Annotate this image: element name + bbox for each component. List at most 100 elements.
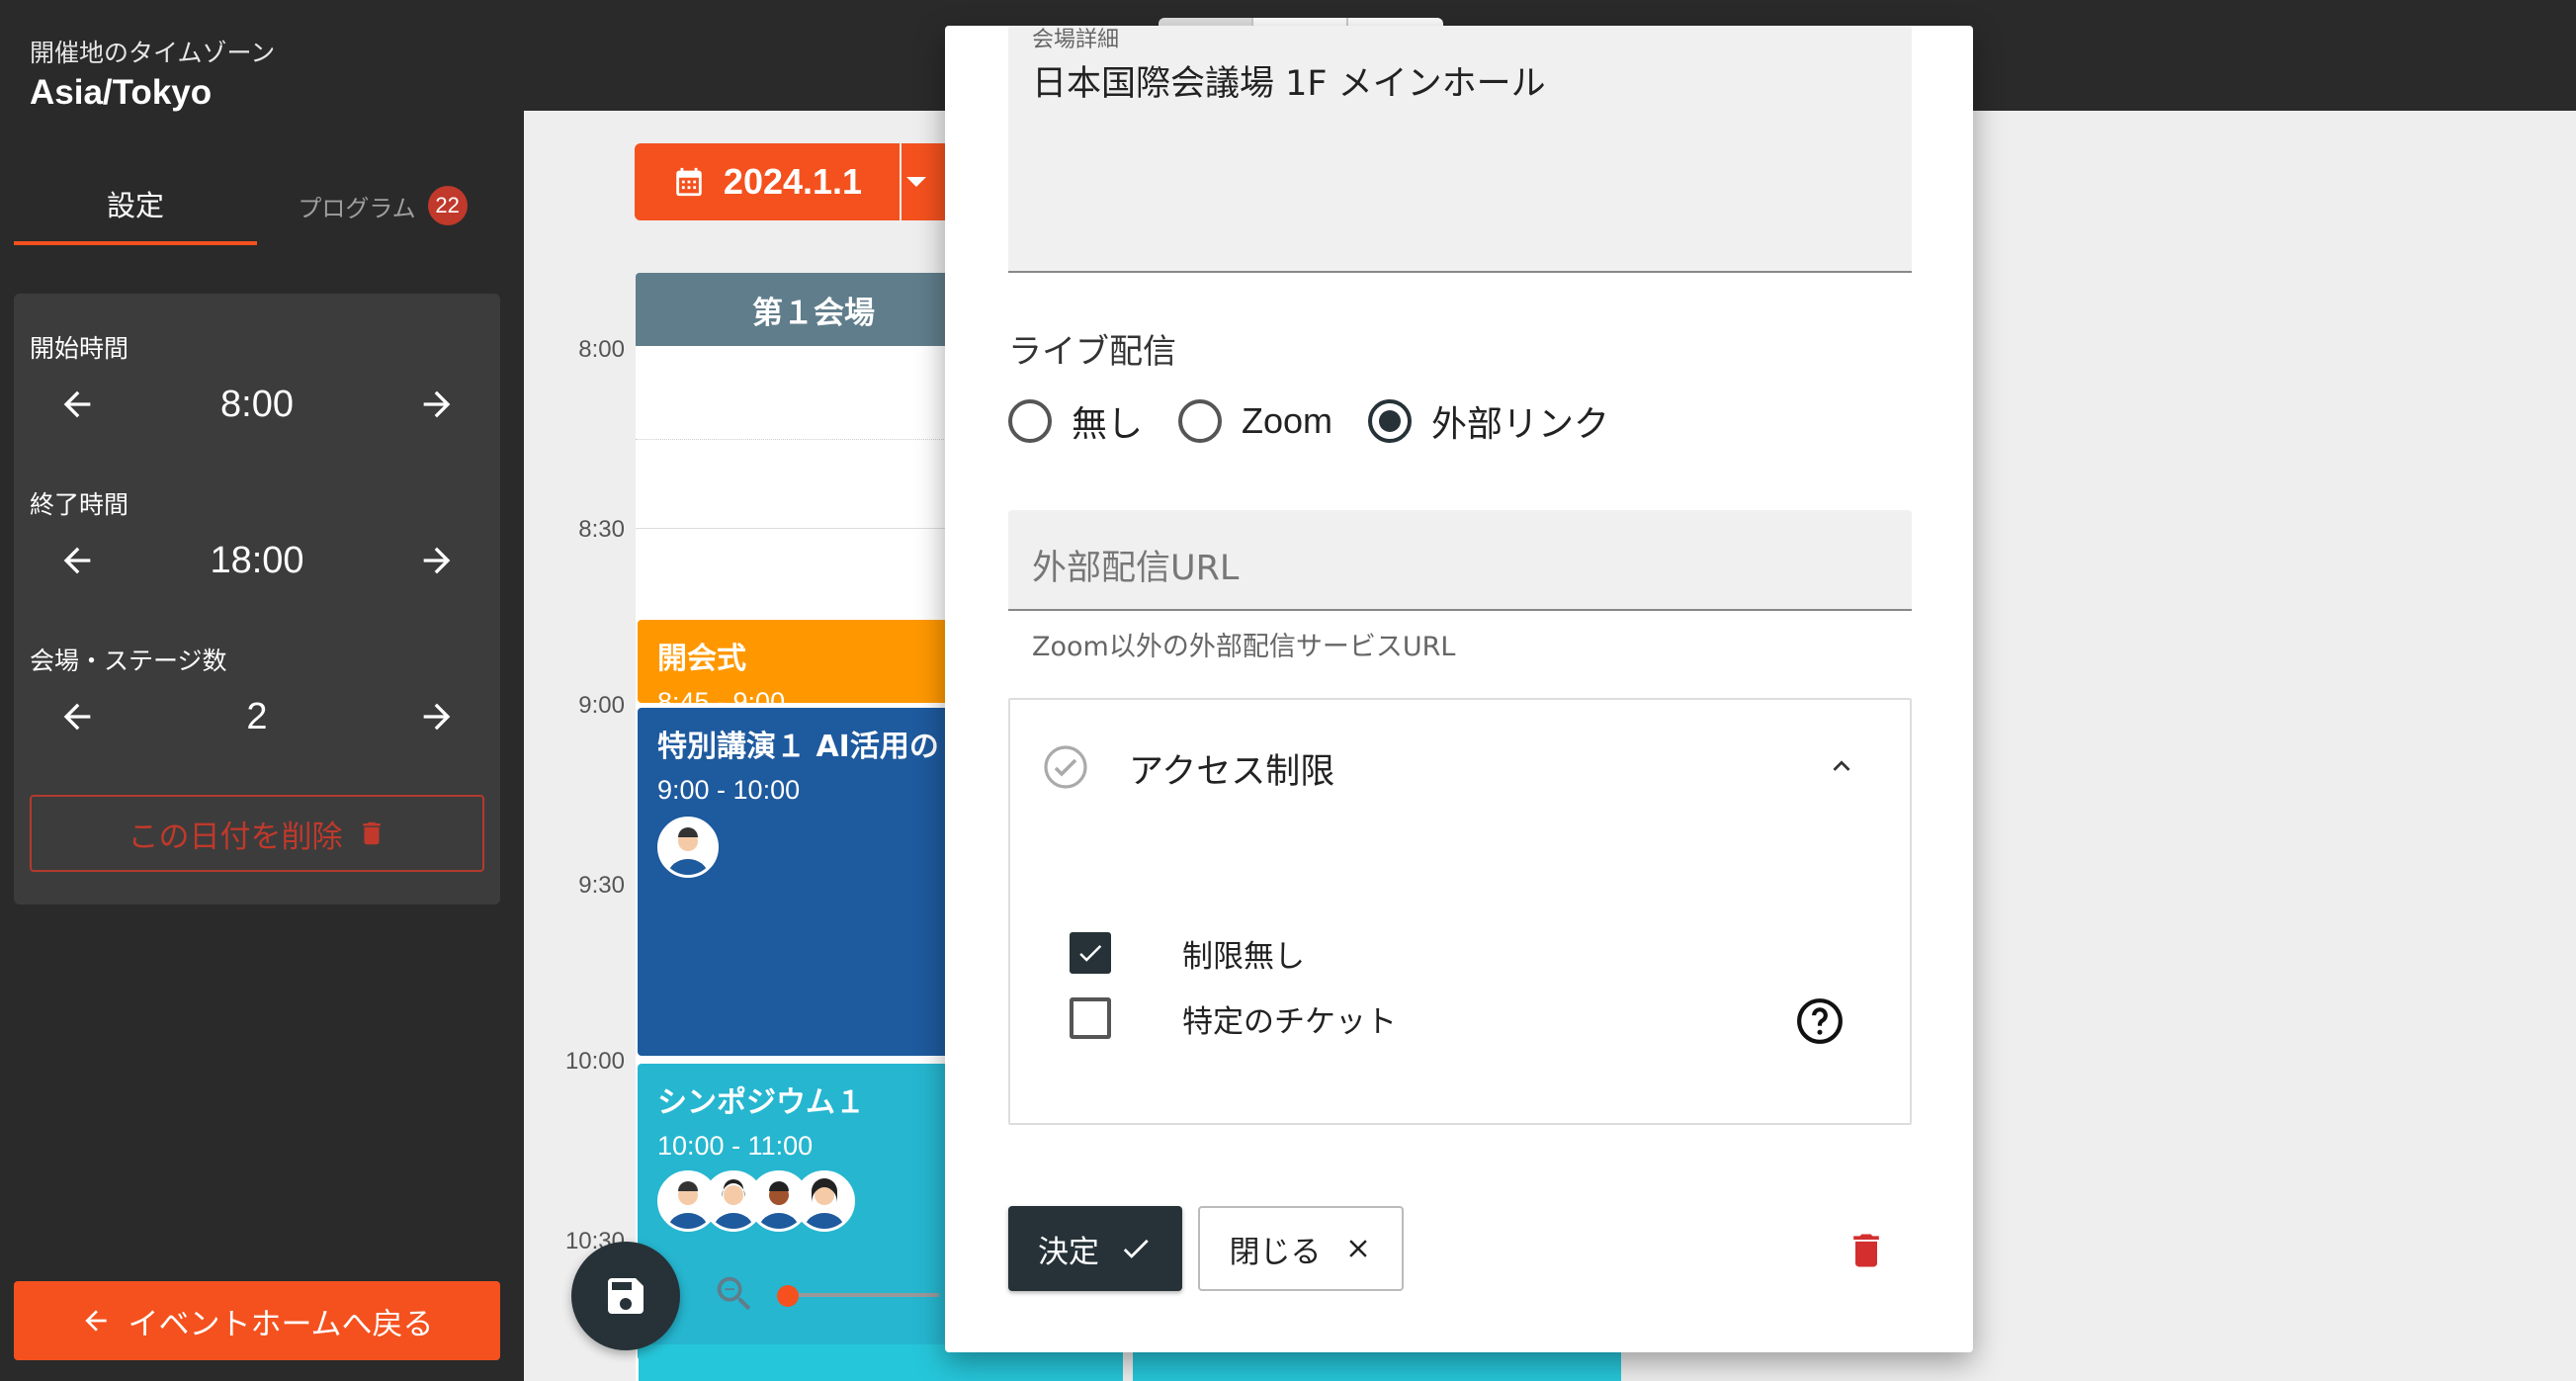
start-time-decrease-button[interactable]	[47, 375, 107, 434]
checkbox-unchecked-icon	[1070, 997, 1111, 1039]
tab-settings-label: 設定	[106, 189, 164, 222]
calendar-icon	[676, 167, 702, 197]
live-option-external[interactable]: 外部リンク	[1368, 395, 1609, 447]
arrow-right-icon	[423, 390, 451, 418]
floppy-disk-icon	[608, 1278, 644, 1314]
trash-icon	[362, 821, 381, 845]
time-label: 9:00	[578, 692, 625, 719]
check-circle-icon	[1042, 743, 1089, 795]
session-title: 開会式	[657, 642, 746, 676]
arrow-left-icon	[63, 547, 91, 574]
tab-settings[interactable]: 設定	[14, 166, 257, 245]
access-option-label: 特定のチケット	[1182, 1003, 1397, 1040]
end-time-stepper: 18:00	[30, 531, 484, 590]
live-option-label: Zoom	[1242, 400, 1333, 441]
venue-count-decrease-button[interactable]	[47, 687, 107, 746]
external-url-placeholder: 外部配信URL	[1032, 549, 1240, 588]
start-time-increase-button[interactable]	[407, 375, 467, 434]
venue-detail-value: 日本国際会議場 1F メインホール	[1032, 64, 1546, 104]
arrow-left-icon	[85, 1310, 108, 1332]
arrow-left-icon	[63, 390, 91, 418]
delete-date-label: この日付を削除	[128, 819, 343, 855]
date-label: 2024.1.1	[723, 161, 863, 202]
timezone-value: Asia/Tokyo	[30, 73, 213, 112]
end-time-value: 18:00	[210, 539, 304, 581]
save-button[interactable]	[571, 1242, 680, 1350]
access-restriction-header[interactable]: アクセス制限	[1010, 700, 1910, 828]
live-option-none[interactable]: 無し	[1008, 395, 1143, 447]
time-label: 8:30	[578, 516, 625, 543]
live-option-zoom[interactable]: Zoom	[1178, 399, 1332, 443]
delete-date-button[interactable]: この日付を削除	[30, 795, 484, 872]
time-label: 10:00	[564, 1048, 625, 1075]
access-restriction-title: アクセス制限	[1129, 752, 1335, 792]
session-card-special-lecture[interactable]: 特別講演１ AI活用の 9:00 - 10:00	[638, 708, 989, 1056]
timezone-label: 開催地のタイムゾーン	[30, 39, 276, 67]
external-url-hint: Zoom以外の外部配信サービスURL	[1032, 632, 1456, 662]
person-icon	[668, 827, 708, 875]
end-time-increase-button[interactable]	[407, 531, 467, 590]
session-time: 8:45 - 9:00	[657, 687, 786, 703]
session-title: 特別講演１ AI活用の	[657, 730, 939, 764]
person-icon	[805, 1178, 844, 1229]
zoom-out-button[interactable]	[712, 1271, 757, 1321]
check-icon	[1123, 1239, 1149, 1258]
zoom-slider-track[interactable]	[781, 1293, 939, 1297]
live-stream-label: ライブ配信	[1008, 332, 1176, 372]
radio-unchecked-icon	[1178, 399, 1223, 443]
start-time-label: 開始時間	[30, 334, 129, 363]
tab-program-label: プログラム	[298, 194, 416, 222]
back-to-event-home-button[interactable]: イベントホームへ戻る	[14, 1281, 500, 1360]
live-option-label: 外部リンク	[1431, 404, 1610, 445]
arrow-right-icon	[423, 547, 451, 574]
live-option-label: 無し	[1072, 404, 1144, 445]
session-time: 9:00 - 10:00	[657, 775, 801, 805]
caret-down-icon	[906, 177, 926, 187]
sidebar: 開催地のタイムゾーン Asia/Tokyo 設定 プログラム 22 開始時間 8…	[0, 0, 524, 1381]
close-label: 閉じる	[1229, 1234, 1322, 1270]
radio-unchecked-icon	[1008, 399, 1052, 443]
time-label: 8:00	[578, 336, 625, 363]
venue-detail-field[interactable]: 会場詳細 日本国際会議場 1F メインホール	[1008, 26, 1912, 273]
access-option-label: 制限無し	[1182, 938, 1305, 975]
venue-count-stepper: 2	[30, 687, 484, 746]
arrow-right-icon	[423, 703, 451, 731]
delete-session-button[interactable]	[1845, 1226, 1888, 1279]
session-card-opening[interactable]: 開会式 8:45 - 9:00	[638, 620, 989, 703]
zoom-slider-thumb[interactable]	[777, 1285, 799, 1307]
venue-detail-label: 会場詳細	[1032, 28, 1120, 52]
close-button[interactable]: 閉じる	[1198, 1206, 1404, 1291]
end-time-label: 終了時間	[30, 490, 129, 519]
tab-program[interactable]: プログラム 22	[257, 166, 508, 245]
help-icon[interactable]	[1795, 996, 1845, 1050]
session-edit-dialog: 会場詳細 日本国際会議場 1F メインホール ライブ配信 無し Zoom 外部リ…	[945, 26, 1973, 1352]
sidebar-tabs: 設定 プログラム 22	[14, 166, 508, 245]
back-home-label: イベントホームへ戻る	[128, 1306, 434, 1342]
start-time-stepper: 8:00	[30, 375, 484, 434]
arrow-left-icon	[63, 703, 91, 731]
checkbox-checked-icon	[1070, 932, 1111, 974]
gridline	[636, 528, 991, 529]
live-stream-options: 無し Zoom 外部リンク	[1008, 391, 1645, 451]
speaker-avatar	[794, 1170, 855, 1232]
session-time: 10:00 - 11:00	[657, 1131, 814, 1161]
venue-count-label: 会場・ステージ数	[30, 647, 227, 675]
speaker-avatar	[657, 817, 719, 878]
time-label: 9:30	[578, 872, 625, 899]
venue-count-value: 2	[246, 695, 268, 737]
radio-checked-icon	[1368, 399, 1413, 443]
confirm-label: 決定	[1038, 1234, 1099, 1270]
end-time-decrease-button[interactable]	[47, 531, 107, 590]
external-url-input[interactable]: 外部配信URL	[1008, 510, 1912, 611]
session-title: シンポジウム１	[657, 1085, 865, 1120]
session-card-symposium[interactable]: シンポジウム１ 10:00 - 11:00	[638, 1064, 989, 1360]
access-option-no-restriction[interactable]: 制限無し	[1070, 923, 1305, 983]
confirm-button[interactable]: 決定	[1008, 1206, 1182, 1291]
venue-count-increase-button[interactable]	[407, 687, 467, 746]
trash-icon	[1853, 1234, 1879, 1267]
gridline	[636, 439, 991, 440]
start-time-value: 8:00	[220, 383, 294, 425]
access-option-specific-ticket[interactable]: 特定のチケット	[1070, 989, 1397, 1048]
zoom-out-icon	[717, 1276, 751, 1311]
date-select-button[interactable]: 2024.1.1	[635, 143, 900, 220]
